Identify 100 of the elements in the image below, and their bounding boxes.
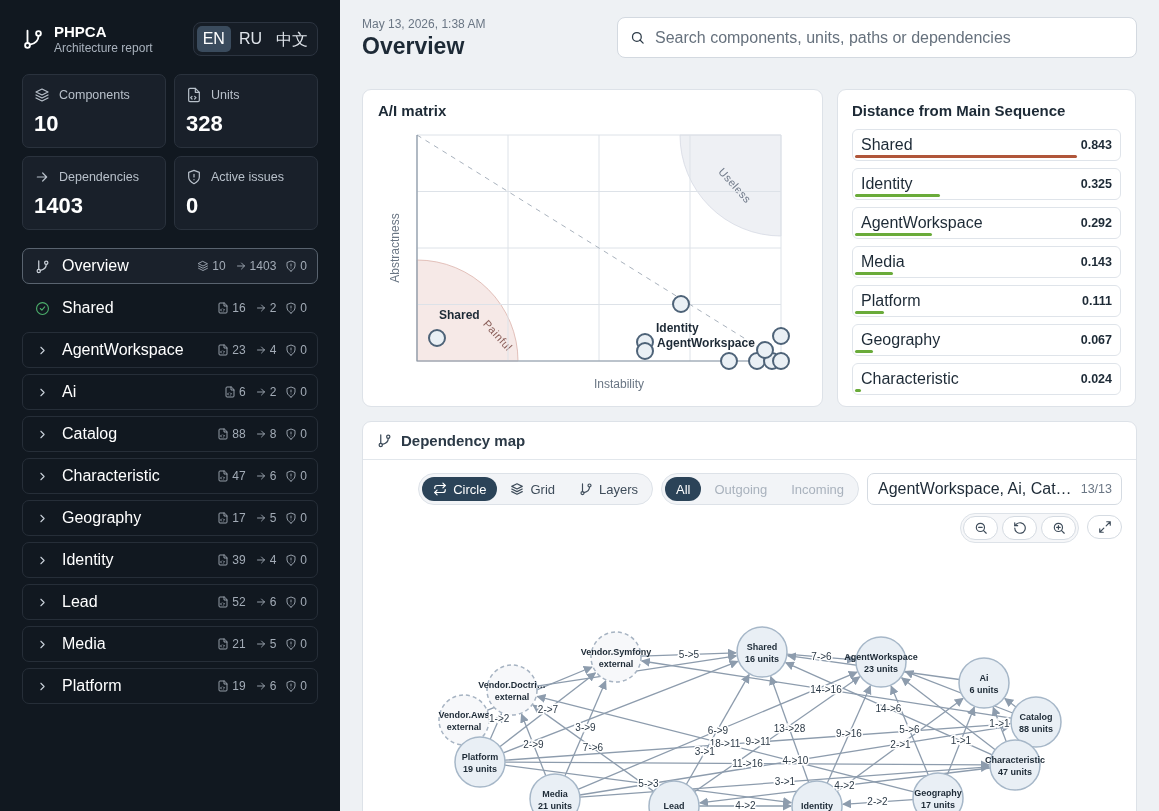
nav-item[interactable]: Platform 19 6 0 [22, 668, 318, 704]
component-point[interactable] [428, 329, 446, 347]
component-point[interactable] [772, 327, 790, 345]
edge-label: 2->7 [537, 703, 559, 715]
nav-item[interactable]: Characteristic 47 6 0 [22, 458, 318, 494]
unit-count: 39 [232, 553, 246, 567]
nav-item[interactable]: Lead 52 6 0 [22, 584, 318, 620]
arrow-right-icon [254, 428, 267, 440]
repeat-icon [433, 482, 448, 496]
edge-label: 1->1 [950, 734, 972, 746]
arrow-right-icon [34, 169, 50, 185]
distance-row[interactable]: Platform 0.111 [852, 285, 1121, 317]
layers-icon [197, 260, 210, 272]
arrow-right-icon [254, 302, 267, 314]
node-name: AgentWorkspace [844, 652, 918, 662]
dependency-count: 1403 [249, 259, 277, 273]
shield-alert-icon [285, 428, 298, 440]
dependency-count: 2 [269, 385, 277, 399]
component-node[interactable] [529, 773, 581, 811]
layout-tab[interactable]: Grid [499, 477, 566, 501]
stat-value: 10 [34, 111, 60, 137]
arrow-right-icon [254, 680, 267, 692]
edge-label: 5->6 [899, 724, 920, 735]
edge-label: 4->2 [735, 800, 756, 811]
nav-item[interactable]: Geography 17 5 0 [22, 500, 318, 536]
dependency-count: 6 [269, 469, 277, 483]
component-node[interactable] [1010, 696, 1062, 748]
point-label: Shared [439, 308, 480, 322]
filter-count: 13/13 [1080, 482, 1112, 496]
component-node[interactable] [958, 657, 1010, 709]
language-tab[interactable]: 中文 [270, 26, 314, 52]
issue-count: 0 [300, 343, 307, 357]
code-file-icon [217, 470, 230, 482]
distance-row[interactable]: Characteristic 0.024 [852, 363, 1121, 395]
node-units: 19 units [463, 764, 497, 774]
issue-count: 0 [300, 553, 307, 567]
distance-row[interactable]: Geography 0.067 [852, 324, 1121, 356]
shield-alert-icon [285, 512, 298, 524]
issue-count: 0 [300, 301, 307, 315]
dependency-count: 6 [269, 595, 277, 609]
dependency-count: 4 [269, 553, 277, 567]
node-name: Lead [663, 801, 685, 811]
code-file-icon [217, 302, 230, 314]
distance-value: 0.111 [1082, 294, 1112, 308]
shield-alert-icon [285, 470, 298, 482]
stat-value: 0 [186, 193, 200, 219]
nav-item[interactable]: AgentWorkspace 23 4 0 [22, 332, 318, 368]
edge-label: 9->11 [745, 736, 771, 747]
distance-row[interactable]: Identity 0.325 [852, 168, 1121, 200]
nav-item[interactable]: Shared 16 2 0 [22, 290, 318, 326]
zoom-in-button[interactable] [1041, 516, 1076, 540]
dependency-count: 4 [269, 343, 277, 357]
component-point[interactable] [772, 352, 790, 370]
issue-count: 0 [300, 259, 307, 273]
branch-icon [35, 258, 50, 274]
component-point[interactable] [756, 341, 774, 359]
component-node[interactable] [454, 736, 506, 788]
component-node[interactable] [912, 772, 964, 811]
nav-item[interactable]: Media 21 5 0 [22, 626, 318, 662]
nav-item[interactable]: Identity 39 4 0 [22, 542, 318, 578]
direction-tab[interactable]: All [665, 477, 702, 501]
edge-label: 14->16 [810, 683, 842, 695]
reset-zoom-button[interactable] [1002, 516, 1037, 540]
nav-item[interactable]: Overview 10 1403 0 [22, 248, 318, 284]
distance-row[interactable]: Media 0.143 [852, 246, 1121, 278]
arrow-right-icon [254, 344, 267, 356]
language-tab[interactable]: RU [232, 26, 268, 52]
branch-icon [22, 28, 44, 50]
component-node[interactable] [736, 626, 788, 678]
component-filter[interactable]: AgentWorkspace, Ai, Cat… 13/13 [867, 473, 1122, 505]
edge-label: 5->5 [678, 648, 700, 660]
language-tab[interactable]: EN [196, 26, 231, 52]
edge-label: 6->9 [707, 724, 729, 736]
filter-value: AgentWorkspace, Ai, Cat… [878, 480, 1072, 498]
component-count: 10 [212, 259, 226, 273]
nav-item[interactable]: Catalog 88 8 0 [22, 416, 318, 452]
edge-label: 13->28 [773, 723, 806, 734]
zoom-out-button[interactable] [963, 516, 998, 540]
stat-label: Units [211, 88, 240, 102]
distance-row[interactable]: AgentWorkspace 0.292 [852, 207, 1121, 239]
axis-label: Abstractness [388, 213, 402, 283]
nav-item[interactable]: Ai 6 2 0 [22, 374, 318, 410]
node-name: Platform [461, 752, 499, 762]
component-point[interactable] [720, 352, 738, 370]
fullscreen-button[interactable] [1087, 515, 1122, 539]
node-name: Shared [746, 642, 778, 652]
code-file-icon [217, 596, 230, 608]
stat-value: 1403 [34, 193, 84, 219]
layout-tab[interactable]: Layers [568, 477, 650, 501]
edge-label: 7->6 [811, 651, 832, 662]
layout-tab[interactable]: Circle [422, 477, 498, 501]
component-point[interactable] [636, 342, 654, 360]
issue-count: 0 [300, 595, 307, 609]
component-point[interactable] [672, 295, 690, 313]
code-file-icon [217, 512, 230, 524]
search-field[interactable]: Search components, units, paths or dependencies [617, 17, 1137, 58]
code-file-icon [217, 680, 230, 692]
edge-label: 18->11 [709, 738, 741, 749]
distance-row[interactable]: Shared 0.843 [852, 129, 1121, 161]
point-label: Identity [656, 321, 699, 335]
